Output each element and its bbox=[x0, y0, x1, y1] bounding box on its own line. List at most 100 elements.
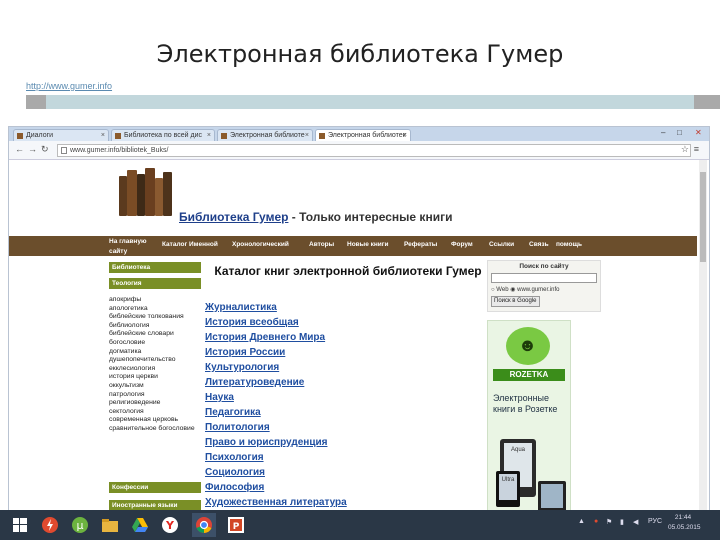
volume-icon[interactable]: ◀ bbox=[633, 518, 638, 526]
taskbar-clock[interactable]: 21:44 05.05.2015 bbox=[668, 513, 701, 533]
nav-home[interactable]: На главную bbox=[109, 238, 147, 245]
slide-title: Электронная библиотека Гумер bbox=[156, 40, 564, 68]
ad-brand: ROZETKA bbox=[493, 369, 565, 381]
google-drive-icon[interactable] bbox=[128, 513, 152, 537]
nav-catalog[interactable]: Каталог Именной bbox=[162, 241, 218, 248]
favicon-icon bbox=[319, 133, 325, 139]
reload-icon[interactable]: ↻ bbox=[41, 144, 49, 155]
category-link[interactable]: Социология bbox=[205, 467, 265, 478]
network-icon[interactable]: ▮ bbox=[620, 518, 624, 526]
favicon-icon bbox=[115, 133, 121, 139]
sidebar-link[interactable]: современная церковь bbox=[109, 416, 178, 425]
sidebar-link[interactable]: сектология bbox=[109, 408, 144, 417]
close-window-button[interactable]: ✕ bbox=[695, 128, 702, 137]
category-link[interactable]: Право и юриспруденция bbox=[205, 437, 327, 448]
sidebar-link[interactable]: апокрифы bbox=[109, 296, 141, 305]
address-text: www.gumer.info/bibliotek_Buks/ bbox=[70, 147, 169, 154]
browser-tab-2[interactable]: Библиотека по всей дис × bbox=[111, 129, 215, 141]
category-link[interactable]: История всеобщая bbox=[205, 317, 299, 328]
lightning-app-icon[interactable] bbox=[38, 513, 62, 537]
ebook-reader-image: Ultra bbox=[496, 471, 520, 507]
browser-tab-1[interactable]: Диалоги × bbox=[13, 129, 109, 141]
start-windows-icon[interactable] bbox=[8, 513, 32, 537]
tray-flag-icon[interactable]: ⚑ bbox=[606, 518, 612, 526]
scrollbar-thumb[interactable] bbox=[700, 172, 706, 262]
sidebar-link[interactable]: патрология bbox=[109, 391, 145, 400]
torrent-icon[interactable]: μ bbox=[68, 513, 92, 537]
sidebar-head-theology[interactable]: Теология bbox=[109, 278, 201, 289]
menu-icon[interactable]: ≡ bbox=[694, 144, 699, 154]
nav-contact[interactable]: Связь bbox=[529, 241, 549, 248]
sidebar-head-library[interactable]: Библиотека bbox=[109, 262, 201, 273]
tray-arrow-icon[interactable]: ▲ bbox=[578, 518, 585, 525]
sidebar-link[interactable]: сравнительное богословие bbox=[109, 425, 195, 434]
minimize-button[interactable]: – bbox=[661, 128, 665, 137]
category-link[interactable]: Философия bbox=[205, 482, 264, 493]
sidebar-link[interactable]: апологетика bbox=[109, 305, 148, 314]
restore-button[interactable]: □ bbox=[677, 128, 682, 137]
sidebar-link[interactable]: религиоведение bbox=[109, 399, 160, 408]
rozetka-ad[interactable]: ☻ ROZETKA Электронные книги в Розетке Aq… bbox=[487, 320, 571, 513]
radio-web[interactable]: ○ bbox=[491, 287, 495, 293]
svg-text:P: P bbox=[233, 522, 240, 532]
back-arrow-icon[interactable]: ← bbox=[15, 144, 24, 154]
site-title-main[interactable]: Библиотека Гумер bbox=[179, 210, 288, 224]
taskbar: μ Y P ▲ ● ⚑ ▮ ◀ РУС 21:44 05.05.2015 bbox=[0, 510, 720, 540]
device-label: Ultra bbox=[499, 474, 517, 500]
tab-label: Электронная библиоте bbox=[230, 132, 305, 139]
nav-chronological[interactable]: Хронологический bbox=[232, 241, 289, 248]
tray-app-icon[interactable]: ● bbox=[594, 518, 598, 525]
nav-home-subline[interactable]: сайту bbox=[109, 248, 127, 255]
page-viewport: Библиотека Гумер - Только интересные кни… bbox=[9, 160, 697, 513]
sidebar-link[interactable]: екклесиология bbox=[109, 365, 155, 374]
sidebar-link[interactable]: догматика bbox=[109, 348, 141, 357]
sidebar-link[interactable]: богословие bbox=[109, 339, 145, 348]
svg-text:Y: Y bbox=[165, 519, 175, 532]
nav-forum[interactable]: Форум bbox=[451, 241, 473, 248]
site-title: Библиотека Гумер - Только интересные кни… bbox=[179, 210, 452, 224]
keyboard-lang[interactable]: РУС bbox=[648, 518, 662, 525]
powerpoint-icon[interactable]: P bbox=[224, 513, 248, 537]
favicon-icon bbox=[17, 133, 23, 139]
nav-links[interactable]: Ссылки bbox=[489, 241, 514, 248]
address-bar[interactable]: www.gumer.info/bibliotek_Buks/ bbox=[57, 144, 691, 157]
sidebar-link[interactable]: библейские словари bbox=[109, 330, 174, 339]
browser-tab-3[interactable]: Электронная библиоте × bbox=[217, 129, 313, 141]
category-link[interactable]: Психология bbox=[205, 452, 264, 463]
category-link[interactable]: Литературоведение bbox=[205, 377, 304, 388]
close-tab-icon[interactable]: × bbox=[305, 130, 309, 141]
catalog-heading: Каталог книг электронной библиотеки Гуме… bbox=[214, 264, 482, 278]
category-link[interactable]: Наука bbox=[205, 392, 234, 403]
forward-arrow-icon[interactable]: → bbox=[28, 144, 37, 154]
bookmark-star-icon[interactable]: ☆ bbox=[681, 144, 689, 155]
close-tab-icon[interactable]: × bbox=[101, 130, 105, 141]
category-link[interactable]: История России bbox=[205, 347, 285, 358]
nav-essays[interactable]: Рефераты bbox=[404, 241, 437, 248]
nav-authors[interactable]: Авторы bbox=[309, 241, 334, 248]
close-tab-icon[interactable]: × bbox=[403, 130, 407, 141]
category-link[interactable]: Политология bbox=[205, 422, 270, 433]
page-scrollbar[interactable] bbox=[699, 160, 707, 513]
browser-tab-active[interactable]: Электронная библиотек × bbox=[315, 129, 411, 141]
close-tab-icon[interactable]: × bbox=[207, 130, 211, 141]
slide-link[interactable]: http://www.gumer.info bbox=[26, 81, 112, 91]
sidebar-link[interactable]: библейские толкования bbox=[109, 313, 184, 322]
chrome-icon[interactable] bbox=[192, 513, 216, 537]
yandex-browser-icon[interactable]: Y bbox=[158, 513, 182, 537]
sidebar-link[interactable]: история церкви bbox=[109, 373, 158, 382]
folder-icon[interactable] bbox=[98, 513, 122, 537]
category-link[interactable]: Художественная литература bbox=[205, 497, 347, 508]
search-input[interactable] bbox=[491, 273, 597, 283]
sidebar-head-confessions[interactable]: Конфессии bbox=[109, 482, 201, 493]
sidebar-link[interactable]: оккультизм bbox=[109, 382, 144, 391]
radio-site[interactable]: ◉ bbox=[510, 287, 515, 293]
category-link[interactable]: Педагогика bbox=[205, 407, 261, 418]
sidebar-link[interactable]: душепопечительство bbox=[109, 356, 176, 365]
nav-help[interactable]: помощь bbox=[556, 241, 582, 248]
category-link[interactable]: Культурология bbox=[205, 362, 279, 373]
search-button[interactable]: Поиск в Google bbox=[491, 296, 540, 307]
category-link[interactable]: Журналистика bbox=[205, 302, 277, 313]
tab-strip: Диалоги × Библиотека по всей дис × Электро… bbox=[9, 127, 709, 141]
category-link[interactable]: История Древнего Мира bbox=[205, 332, 325, 343]
nav-new-books[interactable]: Новые книги bbox=[347, 241, 389, 248]
